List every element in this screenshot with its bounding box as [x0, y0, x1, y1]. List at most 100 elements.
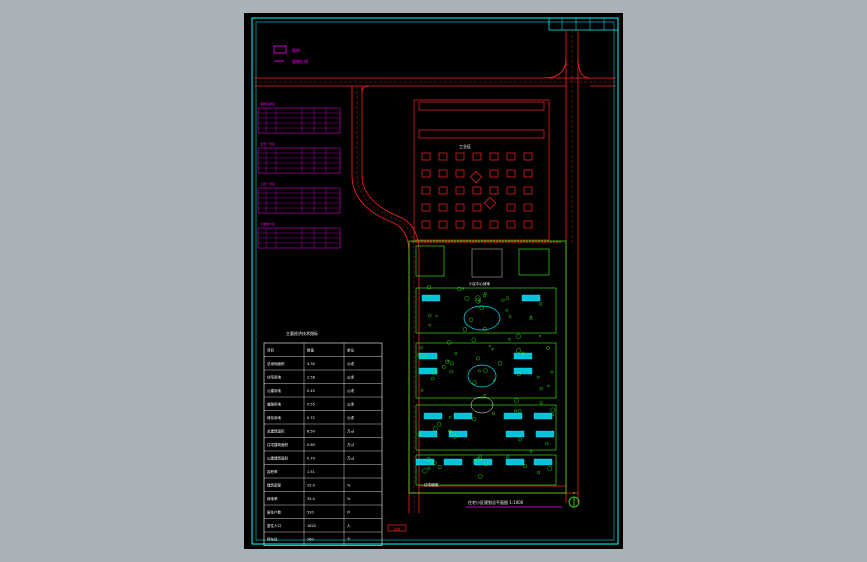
- north-label: N: [573, 491, 575, 495]
- econ-table-cell: 公顷: [347, 375, 355, 380]
- tree: [464, 295, 470, 301]
- tree: [448, 416, 452, 419]
- drawing-frame: [251, 17, 619, 545]
- tree: [483, 394, 486, 397]
- tree: [419, 346, 423, 350]
- factory-block: [506, 220, 516, 229]
- factory-block-rotated: [469, 170, 483, 184]
- econ-table-cell: 260: [307, 538, 314, 542]
- econ-table-cell: 万㎡: [347, 442, 355, 447]
- cluster-north: [415, 287, 557, 334]
- econ-table-cell: 停车位: [267, 537, 278, 542]
- factory-main-hall: [418, 101, 545, 111]
- econ-table-cell: 住宅建筑面积: [267, 442, 288, 447]
- residential-building: [418, 352, 438, 360]
- econ-table-cell: 0.70: [307, 457, 315, 461]
- econ-table-cell: 建筑密度: [267, 483, 281, 488]
- tree: [436, 422, 442, 427]
- tree: [471, 337, 477, 343]
- magenta-table-title: 公建一览表: [260, 181, 275, 186]
- residential-building: [505, 458, 525, 466]
- tree: [491, 411, 496, 416]
- econ-table-cell: 公顷: [347, 361, 355, 366]
- magenta-table-title: 住宅一览表: [260, 141, 275, 146]
- legend-swatch: [273, 45, 287, 54]
- econ-table-cell: 0.72: [307, 416, 315, 420]
- econ-table-cell: 住宅用地: [267, 375, 281, 380]
- tree: [457, 286, 462, 291]
- factory-block: [455, 186, 465, 195]
- factory-block: [455, 220, 465, 229]
- tree: [515, 333, 521, 339]
- tree: [475, 295, 481, 301]
- econ-table: 项目 数值 单位总用地面积 4.30 公顷住宅用地 2.58 公顷公建用地 0.45 公顷道路用…: [263, 342, 383, 546]
- road-network: [254, 30, 616, 513]
- factory-block: [472, 152, 482, 161]
- econ-table-cell: 0.45: [307, 389, 315, 393]
- tree: [508, 337, 511, 341]
- factory-block: [438, 203, 448, 212]
- tree: [514, 409, 517, 413]
- factory-block: [438, 169, 448, 178]
- factory-long-block: [418, 129, 545, 139]
- residential-building: [448, 430, 468, 438]
- econ-table-cell: 人: [347, 523, 351, 528]
- drawing-sheet[interactable]: 图例 道路红线 工业区 用地平衡表 住宅一览表 公建一览表 户型统计表 小区中心…: [244, 13, 623, 549]
- cad-canvas[interactable]: 图例 道路红线 工业区 用地平衡表住宅一览表公建一览表户型统计表 小区中心绿地 …: [244, 13, 623, 549]
- factory-block: [472, 186, 482, 195]
- econ-table-cell: 总用地面积: [267, 361, 285, 366]
- site-label-upper: 小区中心绿地: [469, 281, 490, 286]
- tree: [539, 401, 543, 405]
- tree: [472, 380, 477, 385]
- tree: [518, 437, 522, 442]
- factory-block: [523, 203, 533, 212]
- residential-building: [535, 430, 555, 438]
- econ-table-cell: 6.50: [307, 430, 315, 434]
- magenta-table: [257, 147, 341, 174]
- econ-table-cell: 520: [307, 511, 314, 515]
- econ-table-cell: 万㎡: [347, 429, 355, 434]
- tree: [550, 370, 554, 374]
- factory-block: [421, 169, 431, 178]
- factory-block: [489, 186, 499, 195]
- residential-building: [418, 430, 438, 438]
- factory-block-rotated: [483, 196, 497, 210]
- tree: [477, 473, 483, 479]
- tree: [427, 285, 432, 290]
- legend-label-b: 道路红线: [292, 58, 308, 64]
- site-label-lower: 住宅组团: [424, 482, 438, 487]
- factory-block: [523, 220, 533, 229]
- magenta-table: [257, 107, 341, 134]
- tree: [517, 409, 522, 413]
- magenta-table-title: 用地平衡表: [260, 101, 275, 106]
- legend: 图例 道路红线: [273, 45, 308, 64]
- econ-table-cell: 0.55: [307, 403, 315, 407]
- factory-block: [489, 169, 499, 178]
- factory-block: [472, 220, 482, 229]
- tree: [449, 369, 453, 374]
- econ-table-header: 项目: [267, 348, 274, 353]
- econ-table-cell: 35.0: [307, 497, 315, 501]
- tree: [475, 356, 480, 361]
- econ-table-cell: 2.58: [307, 376, 315, 380]
- magenta-table: [257, 187, 341, 214]
- tree: [550, 407, 555, 413]
- tree: [488, 345, 491, 348]
- tree: [497, 361, 503, 366]
- tree: [491, 347, 494, 351]
- econ-table-cell: 总建筑面积: [267, 429, 285, 434]
- tree: [505, 308, 509, 312]
- econ-table-cell: 公顷: [347, 415, 355, 420]
- factory-block: [523, 152, 533, 161]
- tree: [506, 455, 510, 459]
- tree: [546, 346, 550, 350]
- econ-table-cell: 居住人口: [267, 523, 281, 528]
- econ-table-cell: 5.80: [307, 443, 315, 447]
- tree: [482, 294, 486, 298]
- econ-table-cell: 公顷: [347, 402, 355, 407]
- tree: [483, 368, 488, 374]
- tree: [479, 305, 485, 311]
- magenta-table-title: 户型统计表: [260, 221, 275, 226]
- tree: [432, 426, 438, 432]
- factory-block: [421, 220, 431, 229]
